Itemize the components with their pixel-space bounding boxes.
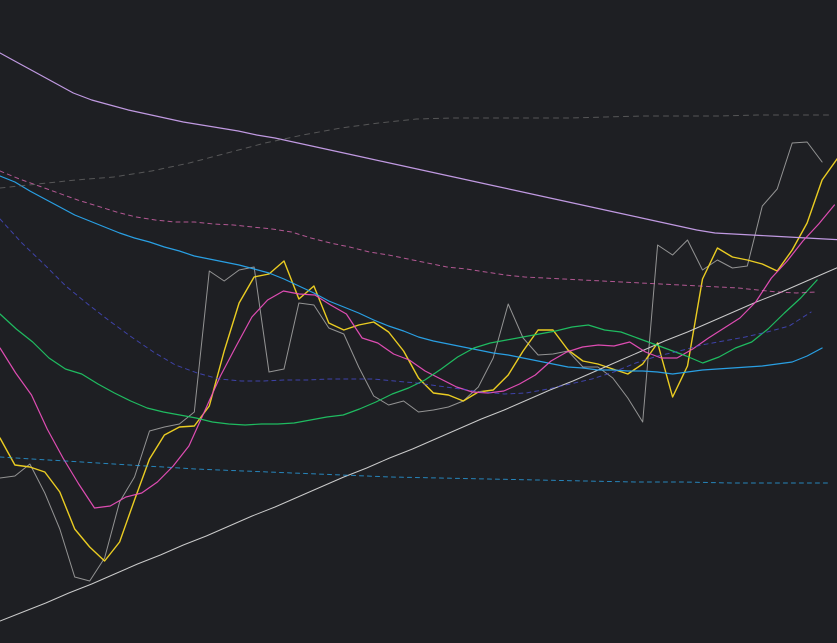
line-chart (0, 0, 837, 643)
chart-root (0, 0, 837, 643)
